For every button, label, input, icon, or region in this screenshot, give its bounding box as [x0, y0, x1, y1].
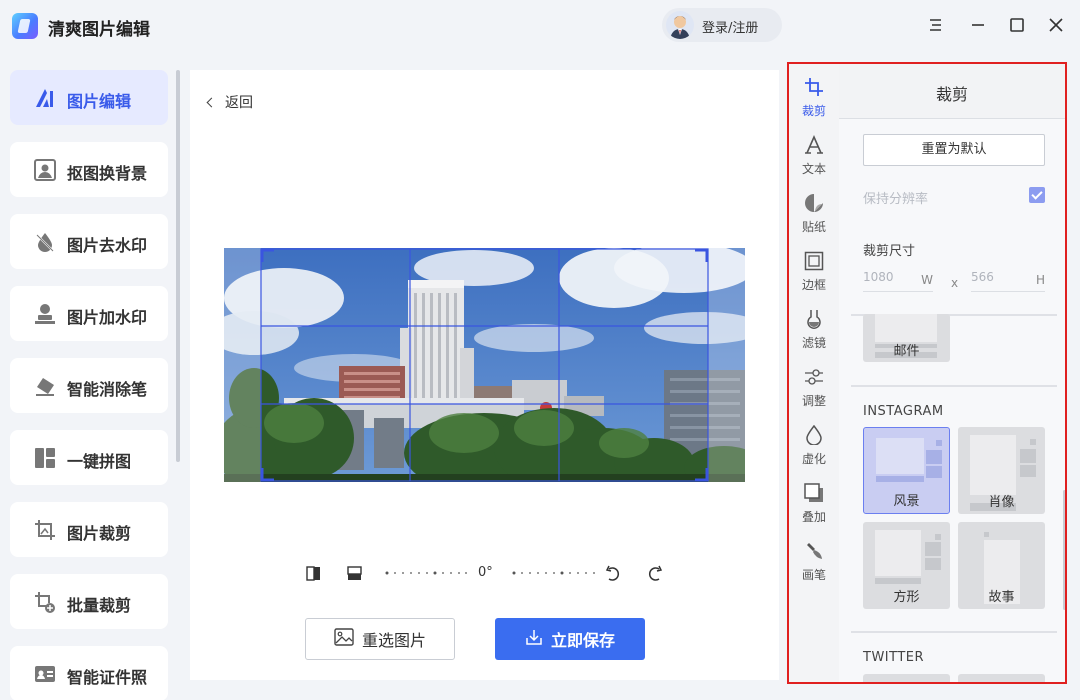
nav-label: 图片编辑 [67, 92, 132, 111]
title-bar: 清爽图片编辑 登录/注册 [0, 0, 1080, 52]
nav-label: 批量裁剪 [67, 596, 132, 615]
watermark-remove-icon [34, 231, 56, 253]
photo-preview[interactable] [224, 248, 745, 482]
app-logo-icon [12, 13, 38, 39]
minimize-icon[interactable] [967, 14, 989, 36]
nav-label: 图片去水印 [67, 236, 148, 255]
chevron-left-icon [206, 97, 217, 107]
nav-item-cutout[interactable]: 抠图换背景 [10, 142, 168, 197]
menu-icon[interactable] [925, 14, 947, 36]
nav-item-image-edit[interactable]: 图片编辑 [10, 70, 168, 125]
nav-scrollbar[interactable] [176, 70, 180, 462]
nav-item-remove-watermark[interactable]: 图片去水印 [10, 214, 168, 269]
download-icon [525, 628, 543, 650]
app-title: 清爽图片编辑 [48, 20, 150, 40]
watermark-add-icon [34, 303, 56, 325]
nav-label: 图片裁剪 [67, 524, 132, 543]
nav-item-smart-eraser[interactable]: 智能消除笔 [10, 358, 168, 413]
nav-item-batch-crop[interactable]: 批量裁剪 [10, 574, 168, 629]
highlight-frame [787, 62, 1067, 684]
collage-icon [34, 447, 56, 469]
back-link[interactable]: 返回 [206, 92, 253, 112]
rotate-right-button[interactable] [645, 564, 665, 584]
login-label: 登录/注册 [702, 21, 759, 36]
portrait-bg-icon [34, 159, 56, 181]
flip-vertical-button[interactable] [344, 564, 364, 584]
close-icon[interactable] [1045, 14, 1067, 36]
reselect-label: 重选图片 [361, 631, 426, 650]
eraser-icon [34, 375, 56, 397]
nav-item-add-watermark[interactable]: 图片加水印 [10, 286, 168, 341]
nav-label: 抠图换背景 [67, 164, 148, 183]
image-edit-icon [34, 87, 56, 109]
reselect-image-button[interactable]: 重选图片 [305, 618, 455, 660]
nav-item-collage[interactable]: 一键拼图 [10, 430, 168, 485]
nav-label: 智能消除笔 [67, 380, 148, 399]
save-label: 立即保存 [550, 631, 615, 650]
nav-item-crop[interactable]: 图片裁剪 [10, 502, 168, 557]
nav-label: 图片加水印 [67, 308, 148, 327]
id-photo-icon [34, 663, 56, 685]
rotation-value: 0° [478, 565, 493, 580]
avatar-icon [666, 11, 694, 39]
image-icon [334, 628, 354, 650]
nav-label: 智能证件照 [67, 668, 148, 687]
login-button[interactable]: 登录/注册 [662, 8, 782, 42]
save-button[interactable]: 立即保存 [495, 618, 645, 660]
editor-canvas: 返回 0° 重选图片 立即保存 [190, 70, 779, 680]
maximize-icon[interactable] [1006, 14, 1028, 36]
nav-item-id-photo[interactable]: 智能证件照 [10, 646, 168, 700]
back-label: 返回 [225, 95, 253, 111]
crop-icon [34, 519, 56, 541]
rotate-left-button[interactable] [604, 564, 624, 584]
flip-horizontal-button[interactable] [303, 564, 323, 584]
transform-toolbar: 0° [190, 564, 779, 584]
nav-label: 一键拼图 [67, 452, 132, 471]
batch-crop-icon [34, 591, 56, 613]
